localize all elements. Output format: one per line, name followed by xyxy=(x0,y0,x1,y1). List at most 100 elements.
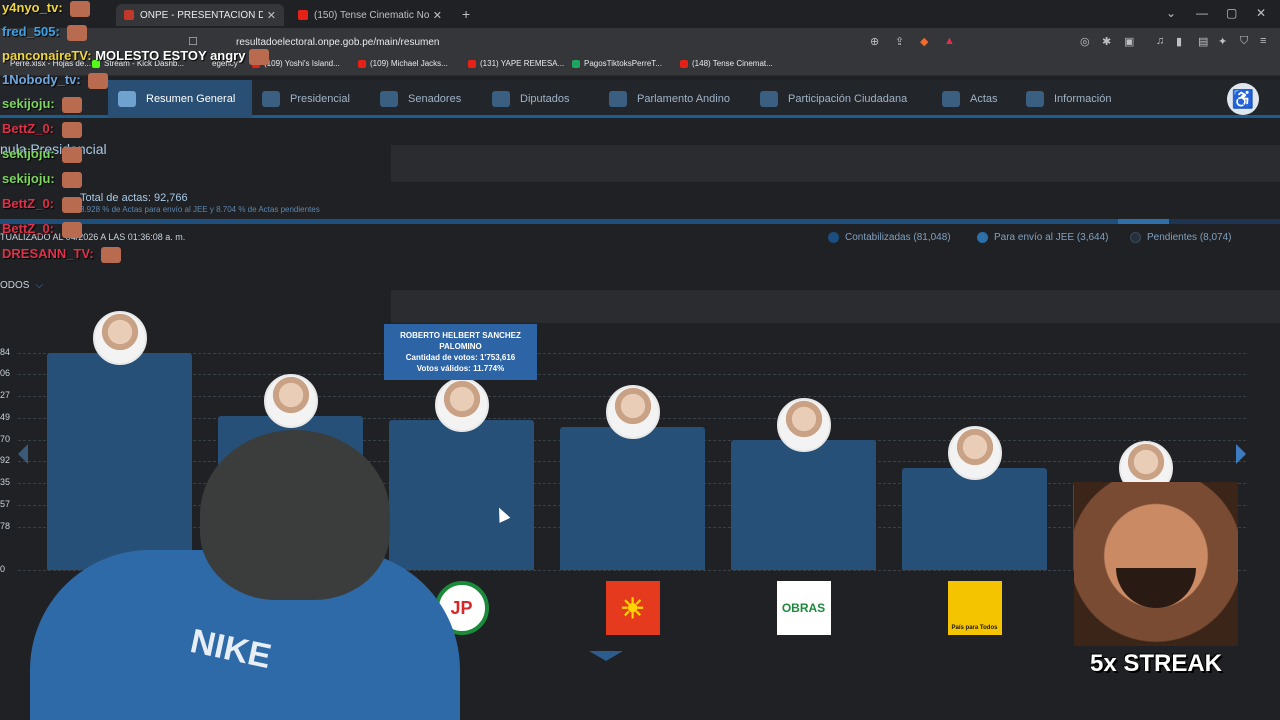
chat-emote-icon xyxy=(62,171,83,188)
chat-username: sekijoju: xyxy=(2,171,55,186)
legend-dot xyxy=(1130,232,1141,243)
chat-message: fred_505: xyxy=(2,24,88,41)
globe-icon xyxy=(609,91,627,107)
chat-emote-icon xyxy=(88,72,109,89)
chat-message: sekijoju: xyxy=(2,171,83,188)
nav-label: Presidencial xyxy=(290,93,350,105)
legend-jee: Para envío al JEE (3,644) xyxy=(977,232,1109,243)
bookmark-label: (131) YAPE REMESA... xyxy=(480,59,565,68)
candidate-photo[interactable] xyxy=(947,426,1002,480)
wallet-icon[interactable]: ▣ xyxy=(1124,35,1134,48)
chat-message: BettZ_0: xyxy=(2,196,82,213)
accessibility-icon[interactable]: ♿ xyxy=(1227,83,1259,115)
nav-parlamento-andino[interactable]: Parlamento Andino xyxy=(609,80,730,118)
chat-message: sekijoju: xyxy=(2,146,83,163)
candidate-photo[interactable] xyxy=(434,378,489,432)
candidate-tooltip: ROBERTO HELBERT SANCHEZ PALOMINO Cantida… xyxy=(384,324,537,380)
chat-emote-icon xyxy=(62,96,83,113)
candidate-bar[interactable] xyxy=(560,427,705,570)
screenshot-icon[interactable]: ▤ xyxy=(1198,35,1208,48)
chat-username: panconaireTV: xyxy=(2,48,92,63)
legend-dot xyxy=(828,232,839,243)
checklist-icon xyxy=(942,91,960,107)
candidate-photo[interactable] xyxy=(263,374,318,428)
nav-participacion[interactable]: Participación Ciudadana xyxy=(760,80,907,118)
chat-message: sekijoju: xyxy=(2,96,83,113)
filter-dropdown[interactable]: ODOS ⌵ xyxy=(0,280,43,291)
candidate-bar[interactable] xyxy=(731,440,876,570)
candidate-photo[interactable] xyxy=(605,385,660,439)
party-logo[interactable]: ☀ xyxy=(605,581,660,635)
congress-icon xyxy=(492,91,510,107)
party-logo[interactable]: OBRAS xyxy=(776,581,831,635)
tab-search-icon[interactable]: ⌄ xyxy=(1166,6,1176,20)
url-field[interactable]: resultadoelectoral.onpe.gob.pe/main/resu… xyxy=(222,32,962,52)
candidate-photo[interactable] xyxy=(776,398,831,452)
progress-fill-jee xyxy=(1118,219,1169,224)
screen: ONPE - PRESENTACIÓN DE RESU ✕ (150) Tens… xyxy=(0,0,1280,720)
nav-informacion[interactable]: Información xyxy=(1026,80,1111,118)
bookmark-item[interactable]: (131) YAPE REMESA... xyxy=(468,59,564,68)
media-icon[interactable]: ♫ xyxy=(1156,35,1164,47)
bookmark-item[interactable]: (148) Tense Cinemat... xyxy=(680,59,773,68)
legend-contabilizadas: Contabilizadas (81,048) xyxy=(828,232,951,243)
chat-message: BettZ_0: xyxy=(2,121,82,138)
url-text: resultadoelectoral.onpe.gob.pe/main/resu… xyxy=(236,36,440,48)
info-icon xyxy=(1026,91,1044,107)
party-logo[interactable]: País para Todos xyxy=(947,581,1002,635)
filter-panel xyxy=(391,290,1280,323)
sidebar-icon[interactable]: ▮ xyxy=(1176,35,1182,48)
tooltip-name-2: PALOMINO xyxy=(439,342,482,351)
brave-shield-icon[interactable]: ◆ xyxy=(920,35,928,48)
bookmark-item[interactable]: PagosTiktoksPerreT... xyxy=(572,59,662,68)
zoom-icon[interactable]: ⊕ xyxy=(870,35,879,48)
bookmark-label: (148) Tense Cinemat... xyxy=(692,59,773,68)
legend-label: Pendientes (8,074) xyxy=(1147,232,1232,243)
menu-icon[interactable]: ≡ xyxy=(1260,35,1266,47)
bookmark-item[interactable]: (109) Michael Jacks... xyxy=(358,59,448,68)
header-panel xyxy=(391,145,1280,182)
minimize-icon[interactable]: — xyxy=(1196,6,1208,20)
scroll-down-arrow[interactable] xyxy=(589,651,623,661)
tooltip-valid: Votos válidos: 11.774% xyxy=(416,364,505,373)
nav-senadores[interactable]: Senadores xyxy=(380,80,461,118)
chat-message: DRESANN_TV: xyxy=(2,246,122,263)
chat-username: sekijoju: xyxy=(2,146,55,161)
legend-label: Para envío al JEE (3,644) xyxy=(994,232,1109,243)
chat-emote-icon xyxy=(61,121,82,138)
chart-prev-arrow[interactable] xyxy=(18,444,28,464)
nav-label: Diputados xyxy=(520,93,570,105)
y-tick-label: 78 xyxy=(0,521,11,531)
nav-diputados[interactable]: Diputados xyxy=(492,80,570,118)
filter-label: ODOS xyxy=(0,280,30,291)
sheets-icon xyxy=(572,59,580,68)
streamer-webcam: NIKE xyxy=(30,430,460,720)
chat-emote-icon xyxy=(70,0,91,17)
legend-pendientes: Pendientes (8,074) xyxy=(1130,232,1232,243)
rewards-icon[interactable]: ▲ xyxy=(944,35,955,47)
chat-message: 1Nobody_tv: xyxy=(2,72,109,89)
nav-actas[interactable]: Actas xyxy=(942,80,998,118)
extension-icon[interactable]: ◎ xyxy=(1080,35,1090,48)
chat-username: BettZ_0: xyxy=(2,196,55,211)
vpn-icon[interactable]: ⛉ xyxy=(1240,35,1248,48)
stream-chat-overlay: y4nyo_tv: fred_505: panconaireTV: MOLEST… xyxy=(0,0,270,270)
chat-message: BettZ_0: xyxy=(2,221,82,238)
chart-next-arrow[interactable] xyxy=(1236,444,1246,464)
legend-label: Contabilizadas (81,048) xyxy=(845,232,951,243)
browser-tab-youtube[interactable]: (150) Tense Cinematic NoCopyrig ✕ xyxy=(290,4,450,26)
y-tick-label: 49 xyxy=(0,412,11,422)
chat-username: BettZ_0: xyxy=(2,221,55,236)
youtube-icon xyxy=(468,59,476,68)
share-icon[interactable]: ⇪ xyxy=(895,35,904,48)
close-tab-icon[interactable]: ✕ xyxy=(267,9,276,22)
new-tab-icon[interactable]: + xyxy=(462,6,470,22)
close-window-icon[interactable]: ✕ xyxy=(1256,6,1266,20)
close-tab-icon[interactable]: ✕ xyxy=(433,9,442,22)
leo-icon[interactable]: ✦ xyxy=(1218,35,1227,48)
candidate-photo[interactable] xyxy=(92,311,147,365)
puzzle-icon[interactable]: ✱ xyxy=(1102,35,1111,48)
maximize-icon[interactable]: ▢ xyxy=(1226,6,1237,20)
nav-presidencial[interactable]: Presidencial xyxy=(262,80,350,118)
candidate-bar[interactable] xyxy=(902,468,1047,570)
